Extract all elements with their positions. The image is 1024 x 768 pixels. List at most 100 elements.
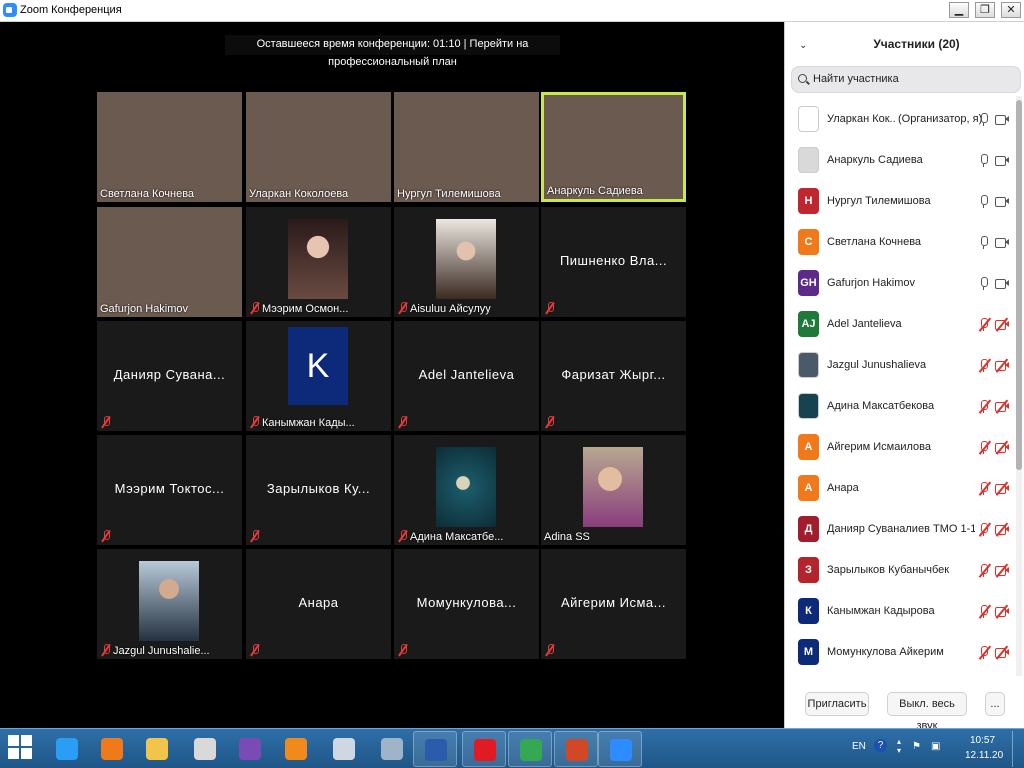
taskbar-app-button[interactable] [45, 731, 89, 767]
mic-icon[interactable] [980, 195, 988, 208]
camera-icon[interactable] [995, 278, 1009, 289]
taskbar-app-button[interactable] [228, 731, 272, 767]
video-tile[interactable]: Светлана Кочнева [97, 92, 242, 202]
participant-row[interactable]: К Канымжан Кадырова [785, 592, 1017, 633]
participant-name: Светлана Кочнева [827, 236, 922, 248]
video-tile[interactable]: Айгерим Исма... [541, 549, 686, 659]
camera-icon[interactable] [995, 114, 1009, 125]
taskbar-app-button[interactable] [183, 731, 227, 767]
taskbar-app-button[interactable] [322, 731, 366, 767]
participant-row[interactable]: Д Данияр Суваналиев ТМО 1-17 [785, 510, 1017, 551]
participant-scrollbar-thumb[interactable] [1016, 100, 1022, 470]
taskbar-app-button[interactable] [135, 731, 179, 767]
language-indicator[interactable]: EN [852, 741, 866, 752]
show-desktop-button[interactable] [1012, 731, 1022, 767]
participant-row[interactable]: GH Gafurjon Hakimov [785, 264, 1017, 305]
camera-off-icon[interactable] [995, 563, 1009, 578]
mic-muted-icon[interactable] [978, 399, 991, 414]
participant-row[interactable]: С Светлана Кочнева [785, 223, 1017, 264]
participant-row[interactable]: Уларкан Кок... (Организатор, я) [785, 100, 1017, 141]
taskbar-app-button[interactable] [598, 731, 642, 767]
taskbar-app-button[interactable] [554, 731, 598, 767]
camera-off-icon[interactable] [995, 645, 1009, 660]
mic-icon[interactable] [980, 236, 988, 249]
participant-name: Адина Максатбекова [827, 400, 935, 412]
taskbar-app-button[interactable] [508, 731, 552, 767]
tray-flag-icon[interactable]: ⚑ [912, 741, 921, 752]
camera-off-icon[interactable] [995, 317, 1009, 332]
camera-off-icon[interactable] [995, 358, 1009, 373]
camera-icon[interactable] [995, 155, 1009, 166]
taskbar-app-button[interactable] [274, 731, 318, 767]
camera-icon[interactable] [995, 196, 1009, 207]
internet-explorer-icon [56, 738, 78, 760]
camera-icon[interactable] [995, 237, 1009, 248]
taskbar-app-button[interactable] [413, 731, 457, 767]
mic-icon[interactable] [980, 277, 988, 290]
participant-search-input[interactable]: Найти участника [791, 66, 1021, 93]
tray-network-icon[interactable]: ▣ [931, 741, 940, 752]
mic-icon[interactable] [980, 154, 988, 167]
video-tile[interactable]: Адина Максатбе... [394, 435, 539, 545]
video-tile[interactable]: Момункулова... [394, 549, 539, 659]
camera-off-icon[interactable] [995, 440, 1009, 455]
clock-time[interactable]: 10:57 [970, 735, 995, 746]
tile-name-label: Мээрим Осмон... [262, 303, 349, 315]
participant-display-name: Анара [298, 595, 339, 610]
camera-off-icon[interactable] [995, 399, 1009, 414]
camera-off-icon[interactable] [995, 522, 1009, 537]
participant-row[interactable]: Анаркуль Садиева [785, 141, 1017, 182]
camera-off-icon[interactable] [995, 604, 1009, 619]
taskbar-app-button[interactable] [90, 731, 134, 767]
mute-all-button[interactable]: Выкл. весь звук [887, 692, 967, 732]
mic-muted-icon[interactable] [978, 604, 991, 619]
camera-off-icon[interactable] [995, 481, 1009, 496]
video-tile[interactable]: Анаркуль Садиева [541, 92, 686, 202]
video-tile[interactable]: K Канымжан Кады... [246, 321, 391, 431]
taskbar-app-button[interactable] [370, 731, 414, 767]
mic-muted-icon[interactable] [978, 440, 991, 455]
participant-row[interactable]: З Зарылыков Кубанычбек [785, 551, 1017, 592]
participant-name: Jazgul Junushalieva [827, 359, 927, 371]
restore-button[interactable]: ❐ [975, 2, 995, 18]
participant-row[interactable]: AJ Adel Jantelieva [785, 305, 1017, 346]
mic-muted-icon[interactable] [978, 358, 991, 373]
mic-muted-icon[interactable] [978, 317, 991, 332]
video-tile[interactable]: Jazgul Junushalie... [97, 549, 242, 659]
participant-row[interactable]: Jazgul Junushalieva [785, 346, 1017, 387]
help-icon[interactable]: ? [874, 739, 887, 752]
mic-muted-icon[interactable] [978, 481, 991, 496]
video-tile[interactable]: Фаризат Жырг... [541, 321, 686, 431]
video-tile[interactable]: Анара [246, 549, 391, 659]
minimize-button[interactable]: ▁ [949, 2, 969, 18]
mic-muted-icon[interactable] [978, 522, 991, 537]
participant-row[interactable]: Адина Максатбекова [785, 387, 1017, 428]
video-tile[interactable]: Мээрим Токтос... [97, 435, 242, 545]
participant-row[interactable]: М Момункулова Айкерим [785, 633, 1017, 674]
participant-row[interactable]: А Айгерим Исмаилова [785, 428, 1017, 469]
taskbar-app-button[interactable] [462, 731, 506, 767]
video-tile[interactable]: Уларкан Коколоева [246, 92, 391, 202]
participant-name: Adel Jantelieva [827, 318, 902, 330]
video-tile[interactable]: Adel Jantelieva [394, 321, 539, 431]
close-button[interactable]: ✕ [1001, 2, 1021, 18]
meeting-time-banner[interactable]: Оставшееся время конференции: 01:10 | Пе… [225, 35, 560, 68]
invite-button[interactable]: Пригласить [805, 692, 869, 716]
participant-row[interactable]: Н Нургул Тилемишова [785, 182, 1017, 223]
video-tile[interactable]: Мээрим Осмон... [246, 207, 391, 317]
video-tile[interactable]: Пишненко Вла... [541, 207, 686, 317]
video-tile[interactable]: Данияр Сувана... [97, 321, 242, 431]
mic-muted-icon[interactable] [978, 645, 991, 660]
clock-date[interactable]: 12.11.20 [965, 750, 1003, 761]
mic-icon[interactable] [980, 113, 988, 126]
video-tile[interactable]: Зарылыков Ку... [246, 435, 391, 545]
participant-row[interactable]: А Анара [785, 469, 1017, 510]
video-tile[interactable]: Adina SS [541, 435, 686, 545]
more-button[interactable]: ... [985, 692, 1005, 716]
video-tile[interactable]: Aisuluu Айсулуу [394, 207, 539, 317]
windows-start-icon[interactable] [8, 735, 32, 759]
tray-arrows-icon[interactable]: ▴ ▾ [897, 737, 901, 755]
video-tile[interactable]: Gafurjon Hakimov [97, 207, 242, 317]
mic-muted-icon[interactable] [978, 563, 991, 578]
video-tile[interactable]: Нургул Тилемишова [394, 92, 539, 202]
